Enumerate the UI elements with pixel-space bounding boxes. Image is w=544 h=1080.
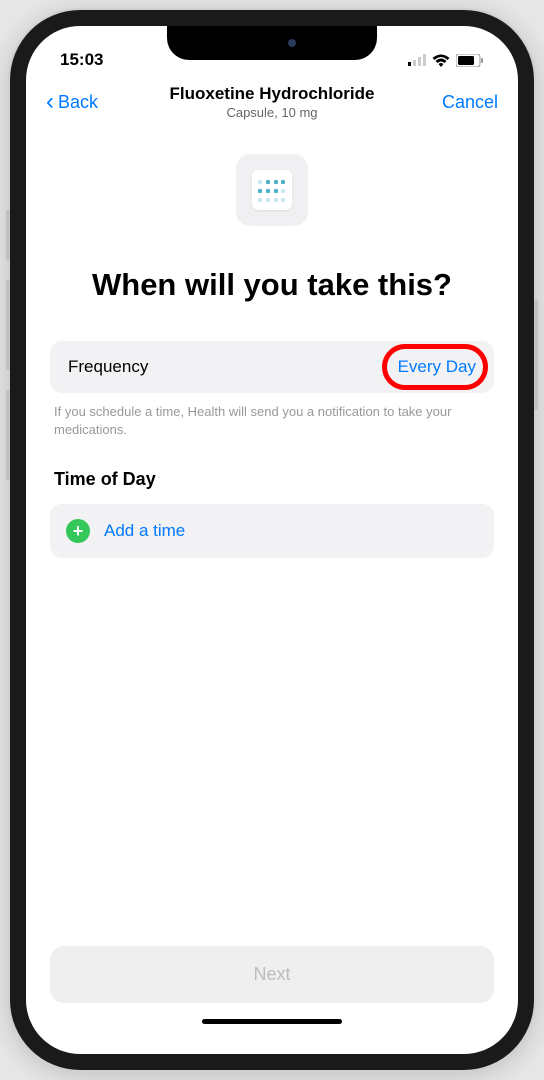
plus-icon: + bbox=[66, 519, 90, 543]
screen: 15:03 ‹ Back Fluoxetine Hydrochloride Ca… bbox=[26, 26, 518, 1054]
next-button[interactable]: Next bbox=[50, 946, 494, 1003]
frequency-label: Frequency bbox=[68, 357, 148, 377]
device-notch bbox=[167, 26, 377, 60]
prompt-heading: When will you take this? bbox=[50, 266, 494, 305]
status-time: 15:03 bbox=[60, 50, 103, 70]
volume-button bbox=[6, 390, 10, 480]
content-area: When will you take this? Frequency Every… bbox=[26, 124, 518, 1054]
time-section-title: Time of Day bbox=[54, 469, 494, 490]
hint-text: If you schedule a time, Health will send… bbox=[54, 403, 490, 439]
nav-title-group: Fluoxetine Hydrochloride Capsule, 10 mg bbox=[170, 84, 375, 120]
chevron-left-icon: ‹ bbox=[46, 88, 54, 116]
calendar-icon bbox=[252, 170, 292, 210]
spacer bbox=[50, 558, 494, 946]
back-label: Back bbox=[58, 92, 98, 113]
back-button[interactable]: ‹ Back bbox=[46, 88, 98, 116]
cancel-button[interactable]: Cancel bbox=[442, 92, 498, 113]
cellular-icon bbox=[408, 54, 426, 66]
status-icons bbox=[408, 54, 484, 67]
page-title: Fluoxetine Hydrochloride bbox=[170, 84, 375, 104]
battery-icon bbox=[456, 54, 484, 67]
wifi-icon bbox=[432, 54, 450, 67]
home-indicator[interactable] bbox=[202, 1019, 342, 1024]
navigation-bar: ‹ Back Fluoxetine Hydrochloride Capsule,… bbox=[26, 76, 518, 124]
add-time-label: Add a time bbox=[104, 521, 185, 541]
add-time-button[interactable]: + Add a time bbox=[50, 504, 494, 558]
page-subtitle: Capsule, 10 mg bbox=[170, 105, 375, 120]
power-button bbox=[534, 300, 538, 410]
frequency-value: Every Day bbox=[398, 357, 476, 377]
frequency-row[interactable]: Frequency Every Day bbox=[50, 341, 494, 393]
phone-frame: 15:03 ‹ Back Fluoxetine Hydrochloride Ca… bbox=[10, 10, 534, 1070]
schedule-icon-container bbox=[236, 154, 308, 226]
camera-dot bbox=[288, 39, 296, 47]
